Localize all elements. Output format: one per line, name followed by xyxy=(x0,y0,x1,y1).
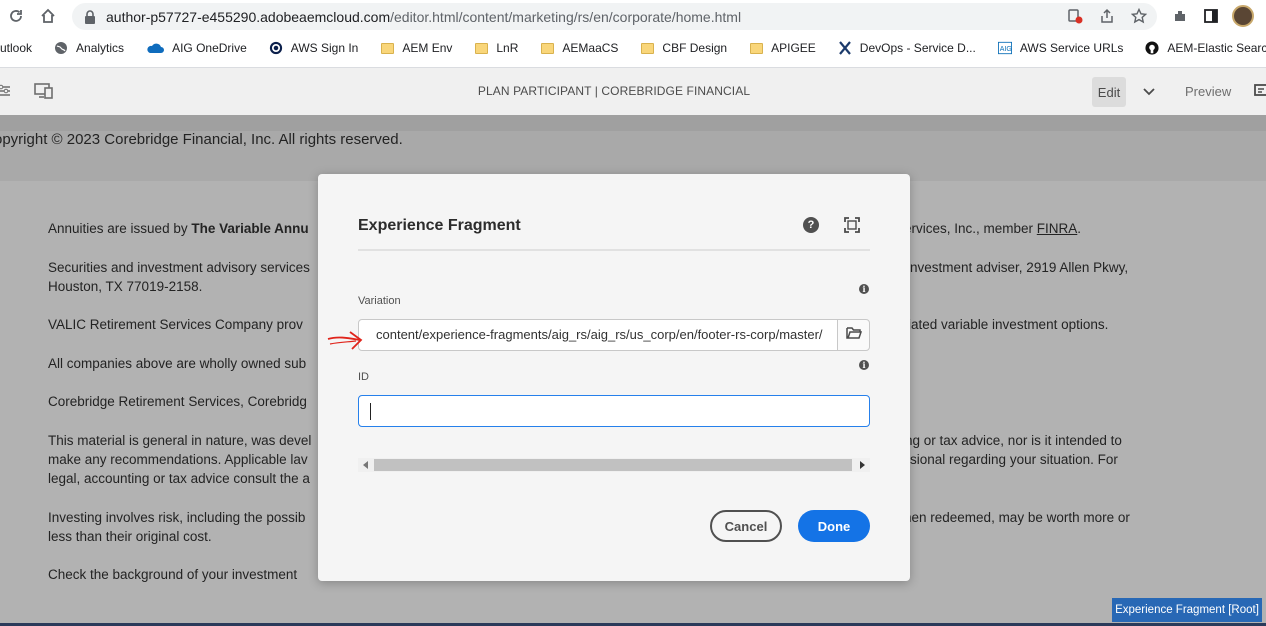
experience-fragment-dialog: Experience Fragment ? i Variation conten… xyxy=(318,174,910,581)
extensions-icon[interactable] xyxy=(1168,4,1192,28)
lock-icon xyxy=(84,9,98,24)
folder-icon xyxy=(474,41,488,55)
done-button[interactable]: Done xyxy=(798,510,870,542)
bookmark-label: AWS Service URLs xyxy=(1019,41,1124,55)
bookmark-label: utlook xyxy=(0,41,33,55)
info-icon[interactable]: i xyxy=(859,360,869,370)
bookmark-analytics[interactable]: Analytics xyxy=(54,41,124,55)
browser-toolbar: author-p57727-e455290.adobeaemcloud.com /… xyxy=(0,0,1266,33)
profile-avatar[interactable] xyxy=(1231,4,1255,28)
url-host: author-p57727-e455290.adobeaemcloud.com xyxy=(106,8,391,25)
bookmark-label: APIGEE xyxy=(771,41,816,55)
id-input[interactable] xyxy=(358,395,870,427)
id-label: ID xyxy=(358,371,369,383)
variation-path-field[interactable]: content/experience-fragments/aig_rs/aig_… xyxy=(358,319,838,351)
bookmark-label: AIG OneDrive xyxy=(172,41,247,55)
reload-icon[interactable] xyxy=(2,2,30,30)
scroll-left-icon[interactable] xyxy=(363,461,368,469)
cancel-button[interactable]: Cancel xyxy=(710,510,782,542)
url-path: /editor.html/content/marketing/rs/en/cor… xyxy=(390,8,742,25)
fullscreen-icon[interactable] xyxy=(844,217,860,233)
devops-icon xyxy=(838,41,852,55)
folder-icon xyxy=(380,41,394,55)
red-arrow-annotation-icon xyxy=(326,330,366,359)
scroll-right-icon[interactable] xyxy=(860,461,865,469)
aws-circle-icon xyxy=(269,41,283,55)
bookmark-label: LnR xyxy=(496,41,519,55)
bookmark-apigee[interactable]: APIGEE xyxy=(749,41,816,55)
globe-icon xyxy=(54,41,68,55)
folder-open-icon xyxy=(845,326,862,345)
horizontal-scrollbar[interactable] xyxy=(358,458,870,472)
bookmark-label: CBF Design xyxy=(662,41,728,55)
home-icon[interactable] xyxy=(34,2,62,30)
bookmark-devops[interactable]: DevOps - Service D... xyxy=(838,41,976,55)
bookmark-label: AEMaaCS xyxy=(562,41,619,55)
info-icon[interactable]: i xyxy=(859,284,869,294)
bookmark-cbf-design[interactable]: CBF Design xyxy=(640,41,727,55)
address-bar[interactable]: author-p57727-e455290.adobeaemcloud.com /… xyxy=(72,3,1157,30)
scrollbar-thumb[interactable] xyxy=(374,459,852,471)
bookmark-label: AEM Env xyxy=(402,41,453,55)
bookmark-aem-env[interactable]: AEM Env xyxy=(380,41,452,55)
bookmark-label: DevOps - Service D... xyxy=(859,41,976,55)
bookmark-label: AEM-Elastic Search xyxy=(1167,41,1266,55)
bookmark-aws-service-urls[interactable]: AIG AWS Service URLs xyxy=(997,41,1124,55)
preview-button[interactable]: Preview xyxy=(1185,84,1231,99)
editor-toolbar: PLAN PARTICIPANT | COREBRIDGE FINANCIAL … xyxy=(0,67,1266,115)
svg-text:AIG: AIG xyxy=(1000,46,1012,53)
variation-label: Variation xyxy=(358,295,401,307)
github-icon xyxy=(1145,41,1159,55)
bookmark-label: AWS Sign In xyxy=(290,41,359,55)
bookmark-aws-sign-in[interactable]: AWS Sign In xyxy=(269,41,359,55)
bookmark-aem-elastic-search[interactable]: AEM-Elastic Search xyxy=(1145,41,1266,55)
share-icon[interactable] xyxy=(1099,8,1115,29)
bookmark-label: Analytics xyxy=(76,41,125,55)
divider xyxy=(358,249,870,251)
blocked-content-icon[interactable] xyxy=(1067,8,1083,29)
annotations-icon[interactable] xyxy=(1254,83,1266,104)
page-title: PLAN PARTICIPANT | COREBRIDGE FINANCIAL xyxy=(477,84,751,98)
bookmark-aemaacs[interactable]: AEMaaCS xyxy=(540,41,618,55)
folder-icon xyxy=(540,41,554,55)
bookmark-lnr[interactable]: LnR xyxy=(474,41,518,55)
component-tag[interactable]: Experience Fragment [Root] xyxy=(1112,598,1262,622)
cloud-icon xyxy=(146,41,165,55)
bookmarks-bar: utlook Analytics AIG OneDrive AWS Sign I… xyxy=(0,33,1266,63)
dialog-title: Experience Fragment xyxy=(358,217,521,234)
folder-icon xyxy=(640,41,654,55)
text-cursor xyxy=(370,403,371,420)
star-icon[interactable] xyxy=(1130,7,1148,29)
side-panel-icon[interactable] xyxy=(1199,4,1223,28)
edit-mode-button[interactable]: Edit xyxy=(1092,77,1126,107)
browse-folder-button[interactable] xyxy=(837,319,870,351)
bookmark-aig-onedrive[interactable]: AIG OneDrive xyxy=(146,41,247,55)
folder-icon xyxy=(749,41,763,55)
chevron-down-icon[interactable] xyxy=(1143,84,1155,102)
bookmark-outlook[interactable]: utlook xyxy=(0,41,32,55)
help-icon[interactable]: ? xyxy=(803,217,819,233)
aig-icon: AIG xyxy=(997,41,1012,55)
